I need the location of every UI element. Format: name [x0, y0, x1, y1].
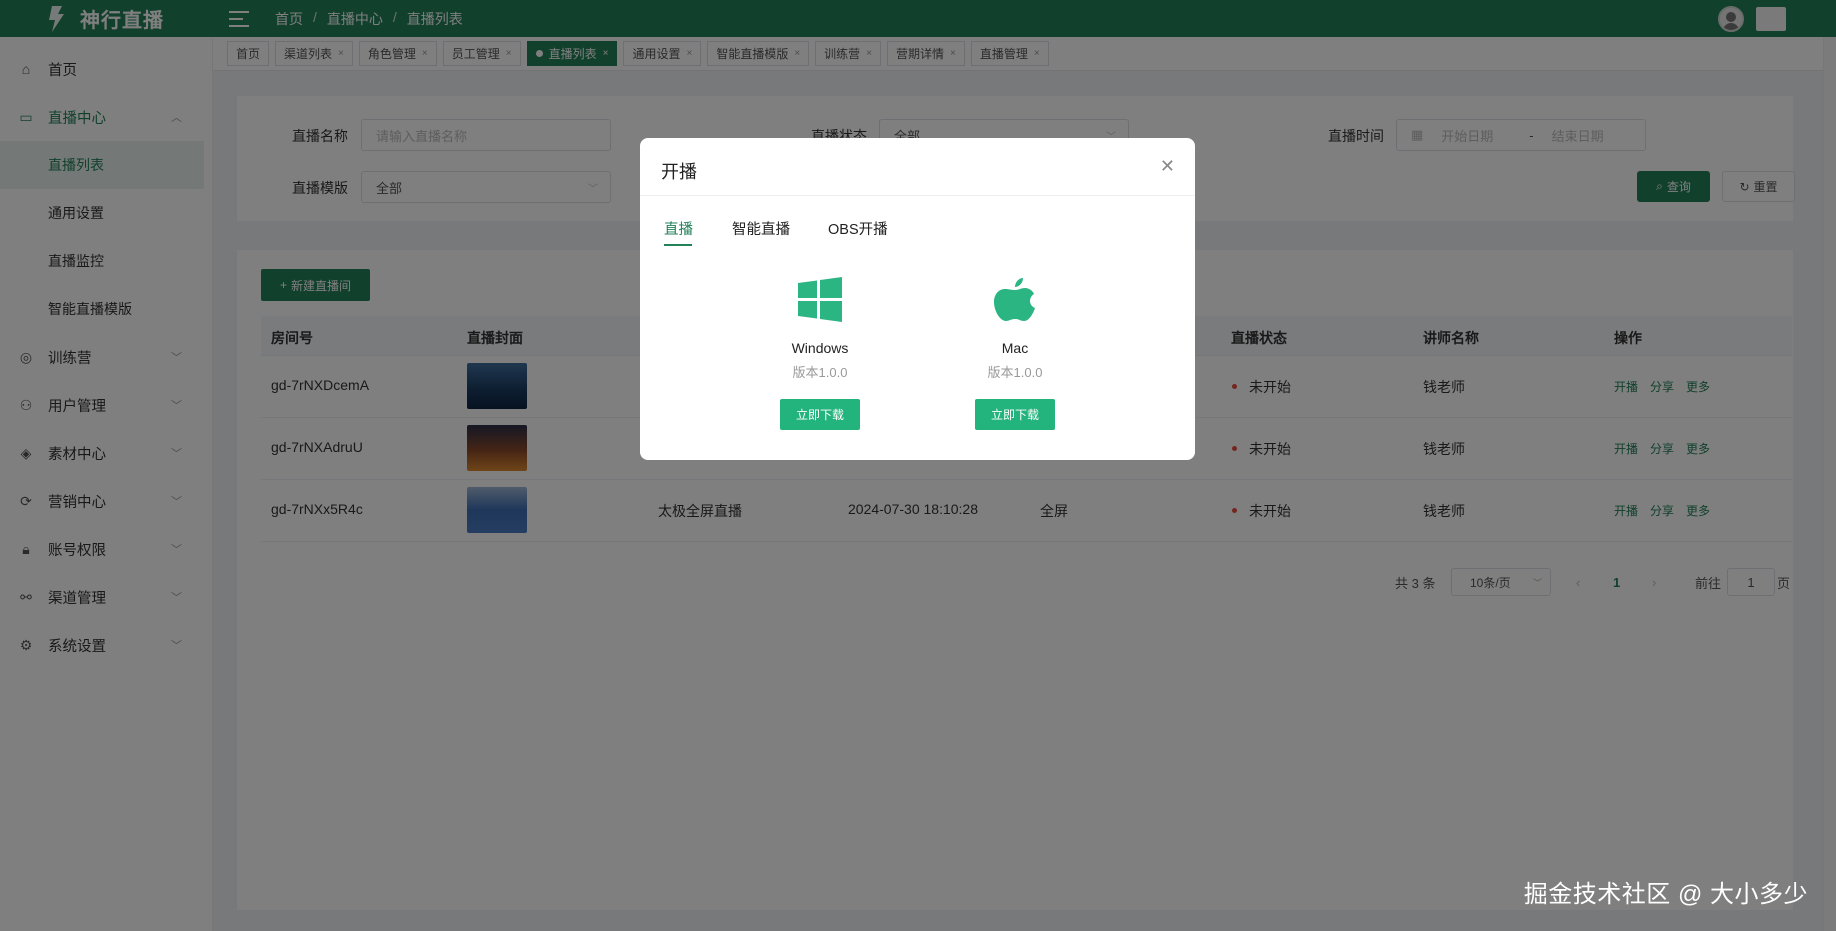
windows-version: 版本1.0.0 [792, 365, 848, 380]
windows-label: Windows [791, 340, 849, 356]
windows-download: Windows 版本1.0.0 立即下载 [750, 276, 890, 430]
windows-download-button[interactable]: 立即下载 [780, 399, 860, 430]
tab-smart-live[interactable]: 智能直播 [732, 218, 790, 239]
active-tab-underline [664, 244, 692, 246]
mac-version: 版本1.0.0 [987, 365, 1043, 380]
watermark-text: 掘金技术社区 @ 大小多少 [1523, 881, 1808, 908]
apple-icon [994, 278, 1035, 321]
mac-download: Mac 版本1.0.0 立即下载 [945, 276, 1085, 430]
close-icon[interactable]: ✕ [1160, 156, 1175, 177]
windows-icon [798, 277, 842, 322]
dialog-title: 开播 [661, 162, 697, 182]
mac-label: Mac [1001, 340, 1029, 356]
tab-obs[interactable]: OBS开播 [828, 218, 888, 239]
tab-live[interactable]: 直播 [664, 218, 693, 239]
start-live-dialog: 开播 ✕ 直播 智能直播 OBS开播 Windows 版本1.0.0 立即下载 … [640, 138, 1195, 460]
dialog-divider [640, 195, 1195, 196]
mac-download-button[interactable]: 立即下载 [975, 399, 1055, 430]
